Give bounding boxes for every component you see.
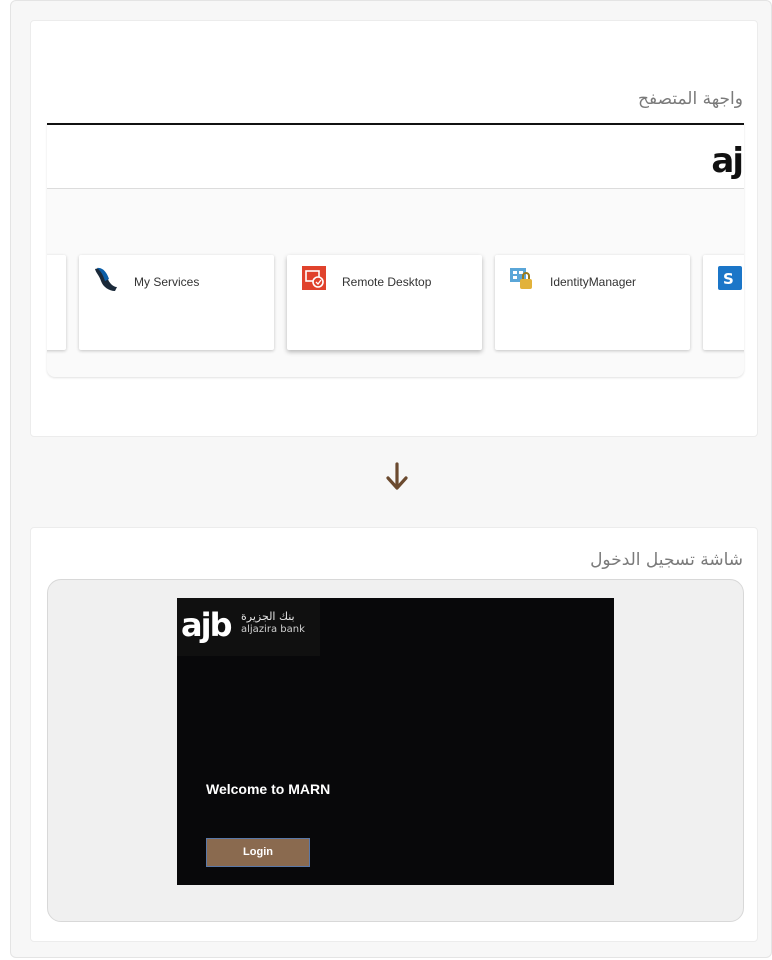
welcome-heading: Welcome to MARN — [206, 781, 331, 797]
login-screenshot: ajb بنك الجزيرة aljazira bank Welcome to… — [177, 598, 614, 885]
portal-logo: aj — [711, 141, 744, 181]
tile-label: My Services — [134, 275, 200, 289]
tile-label: IdentityManager — [550, 275, 637, 289]
browser-screenshot: aj My Services Remote Desktop IdentityMa… — [47, 123, 744, 377]
app-tile-remote-desktop[interactable]: Remote Desktop — [287, 255, 482, 350]
svg-text:S: S — [723, 270, 734, 288]
bank-logo: ajb بنك الجزيرة aljazira bank — [177, 598, 320, 656]
bank-logo-arabic: بنك الجزيرة — [241, 610, 295, 623]
app-tile-partial[interactable] — [47, 255, 66, 350]
app-tile-sharepoint-partial[interactable]: S — [703, 255, 744, 350]
remote-desktop-icon — [302, 266, 326, 290]
app-tile-my-services[interactable]: My Services — [79, 255, 274, 350]
bank-logo-english: aljazira bank — [241, 624, 305, 635]
login-section-title: شاشة تسجيل الدخول — [590, 550, 743, 570]
identity-manager-icon — [510, 268, 532, 289]
tile-label: Remote Desktop — [342, 275, 432, 289]
login-button[interactable]: Login — [206, 838, 310, 867]
login-screen-card: شاشة تسجيل الدخول ajb بنك الجزيرة aljazi… — [30, 527, 758, 942]
browser-section-title: واجهة المتصفح — [638, 89, 743, 109]
browser-interface-card: واجهة المتصفح aj My Services Remote Desk… — [30, 20, 758, 437]
my-services-icon — [95, 267, 117, 291]
login-frame: ajb بنك الجزيرة aljazira bank Welcome to… — [47, 579, 744, 922]
bank-logo-mark: ajb — [181, 606, 232, 644]
portal-header: aj — [47, 125, 744, 189]
arrow-down-icon — [386, 462, 408, 490]
app-tile-identity-manager[interactable]: IdentityManager — [495, 255, 690, 350]
sharepoint-icon: S — [718, 266, 742, 290]
